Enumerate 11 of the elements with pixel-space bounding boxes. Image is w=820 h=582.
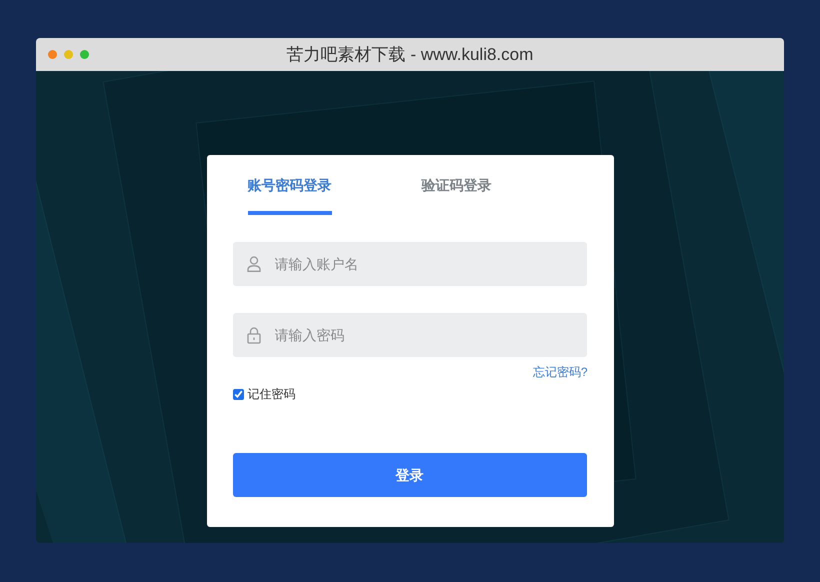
remember-checkbox[interactable]: [232, 388, 244, 400]
login-tab[interactable]: 账号密码登录: [248, 175, 332, 215]
window-title: 苦力吧素材下载 - www.kuli8.com: [286, 44, 534, 66]
login-button[interactable]: 登录: [232, 453, 586, 497]
forgot-password-link[interactable]: 忘记密码?: [532, 363, 588, 381]
input-field[interactable]: 请输入账户名: [232, 242, 586, 286]
user-icon: [246, 256, 260, 272]
login-tab[interactable]: 验证码登录: [422, 175, 492, 215]
lock-icon: [246, 327, 260, 344]
remember-label: 记住密码: [248, 386, 296, 403]
input-field[interactable]: 请输入密码: [232, 313, 586, 357]
